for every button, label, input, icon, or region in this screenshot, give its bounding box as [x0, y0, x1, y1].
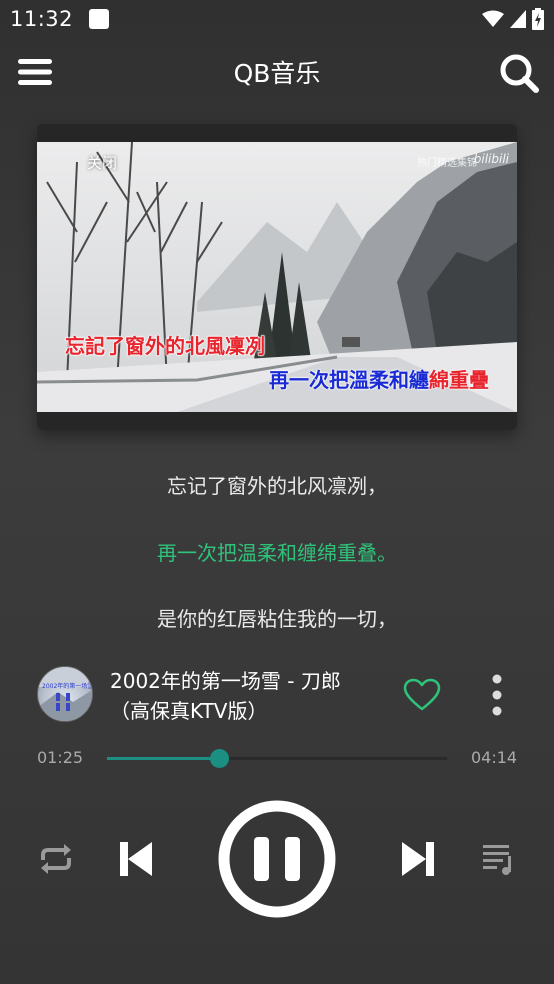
video-player[interactable]: 关闭 热门精选集锦 bilibili 忘記了窗外的北風凜冽 再一次把溫柔和纏綿重… [37, 124, 517, 430]
search-icon[interactable] [498, 52, 540, 94]
repeat-icon[interactable] [37, 840, 75, 878]
playlist-icon[interactable] [481, 842, 515, 876]
lyric-line[interactable]: 忘记了窗外的北风凛冽， [0, 470, 554, 499]
hamburger-menu-icon[interactable] [18, 55, 52, 89]
seek-bar-fill [107, 757, 220, 760]
notification-icon [89, 9, 110, 29]
cell-signal-icon [510, 10, 526, 28]
album-art-text: 2002年的第一场雪 [42, 683, 93, 690]
lyric-line-current[interactable]: 再一次把温柔和缠绵重叠。 [0, 537, 554, 566]
album-art[interactable]: 2002年的第一场雪 [37, 666, 93, 722]
video-subtitle-line1: 忘記了窗外的北風凜冽 [65, 334, 266, 359]
video-close-button[interactable]: 关闭 [87, 152, 117, 173]
page-title: QB音乐 [233, 59, 321, 88]
status-time: 11:32 [10, 7, 74, 31]
skip-next-icon[interactable] [400, 840, 436, 878]
skip-previous-icon[interactable] [118, 840, 154, 878]
song-title[interactable]: 2002年的第一场雪 - 刀郎（高保真KTV版） [110, 666, 380, 726]
seek-bar-thumb[interactable] [210, 749, 230, 768]
current-time: 01:25 [37, 748, 84, 767]
video-watermark: 热门精选集锦 [417, 158, 477, 169]
music-player-screen: 11:32 QB音乐 关闭 热门精选集锦 bilibili 忘記了窗外的北風凜冽… [0, 0, 554, 984]
heart-outline-icon[interactable] [403, 678, 441, 712]
wifi-icon [482, 10, 504, 27]
video-frame[interactable]: 关闭 热门精选集锦 bilibili 忘記了窗外的北風凜冽 再一次把溫柔和纏綿重… [37, 142, 517, 412]
pause-icon[interactable] [217, 799, 337, 919]
app-header: QB音乐 [0, 44, 554, 100]
video-subtitle-line2: 再一次把溫柔和纏綿重疊 [269, 364, 489, 393]
now-playing-bar: 2002年的第一场雪 2002年的第一场雪 - 刀郎（高保真KTV版） [37, 664, 517, 726]
status-bar: 11:32 [0, 0, 554, 38]
video-subtitle-rest: 綿重疊 [429, 368, 489, 392]
total-time: 04:14 [471, 748, 518, 767]
video-subtitle-sung: 再一次把溫柔和纏 [269, 368, 429, 392]
more-vertical-icon[interactable] [487, 672, 507, 718]
lyric-line[interactable]: 是你的红唇粘住我的一切， [0, 603, 554, 632]
status-icons [482, 8, 544, 30]
seek-bar[interactable] [107, 749, 447, 768]
bilibili-logo: bilibili [473, 152, 509, 166]
album-art-image [38, 667, 92, 721]
battery-icon [532, 8, 544, 30]
